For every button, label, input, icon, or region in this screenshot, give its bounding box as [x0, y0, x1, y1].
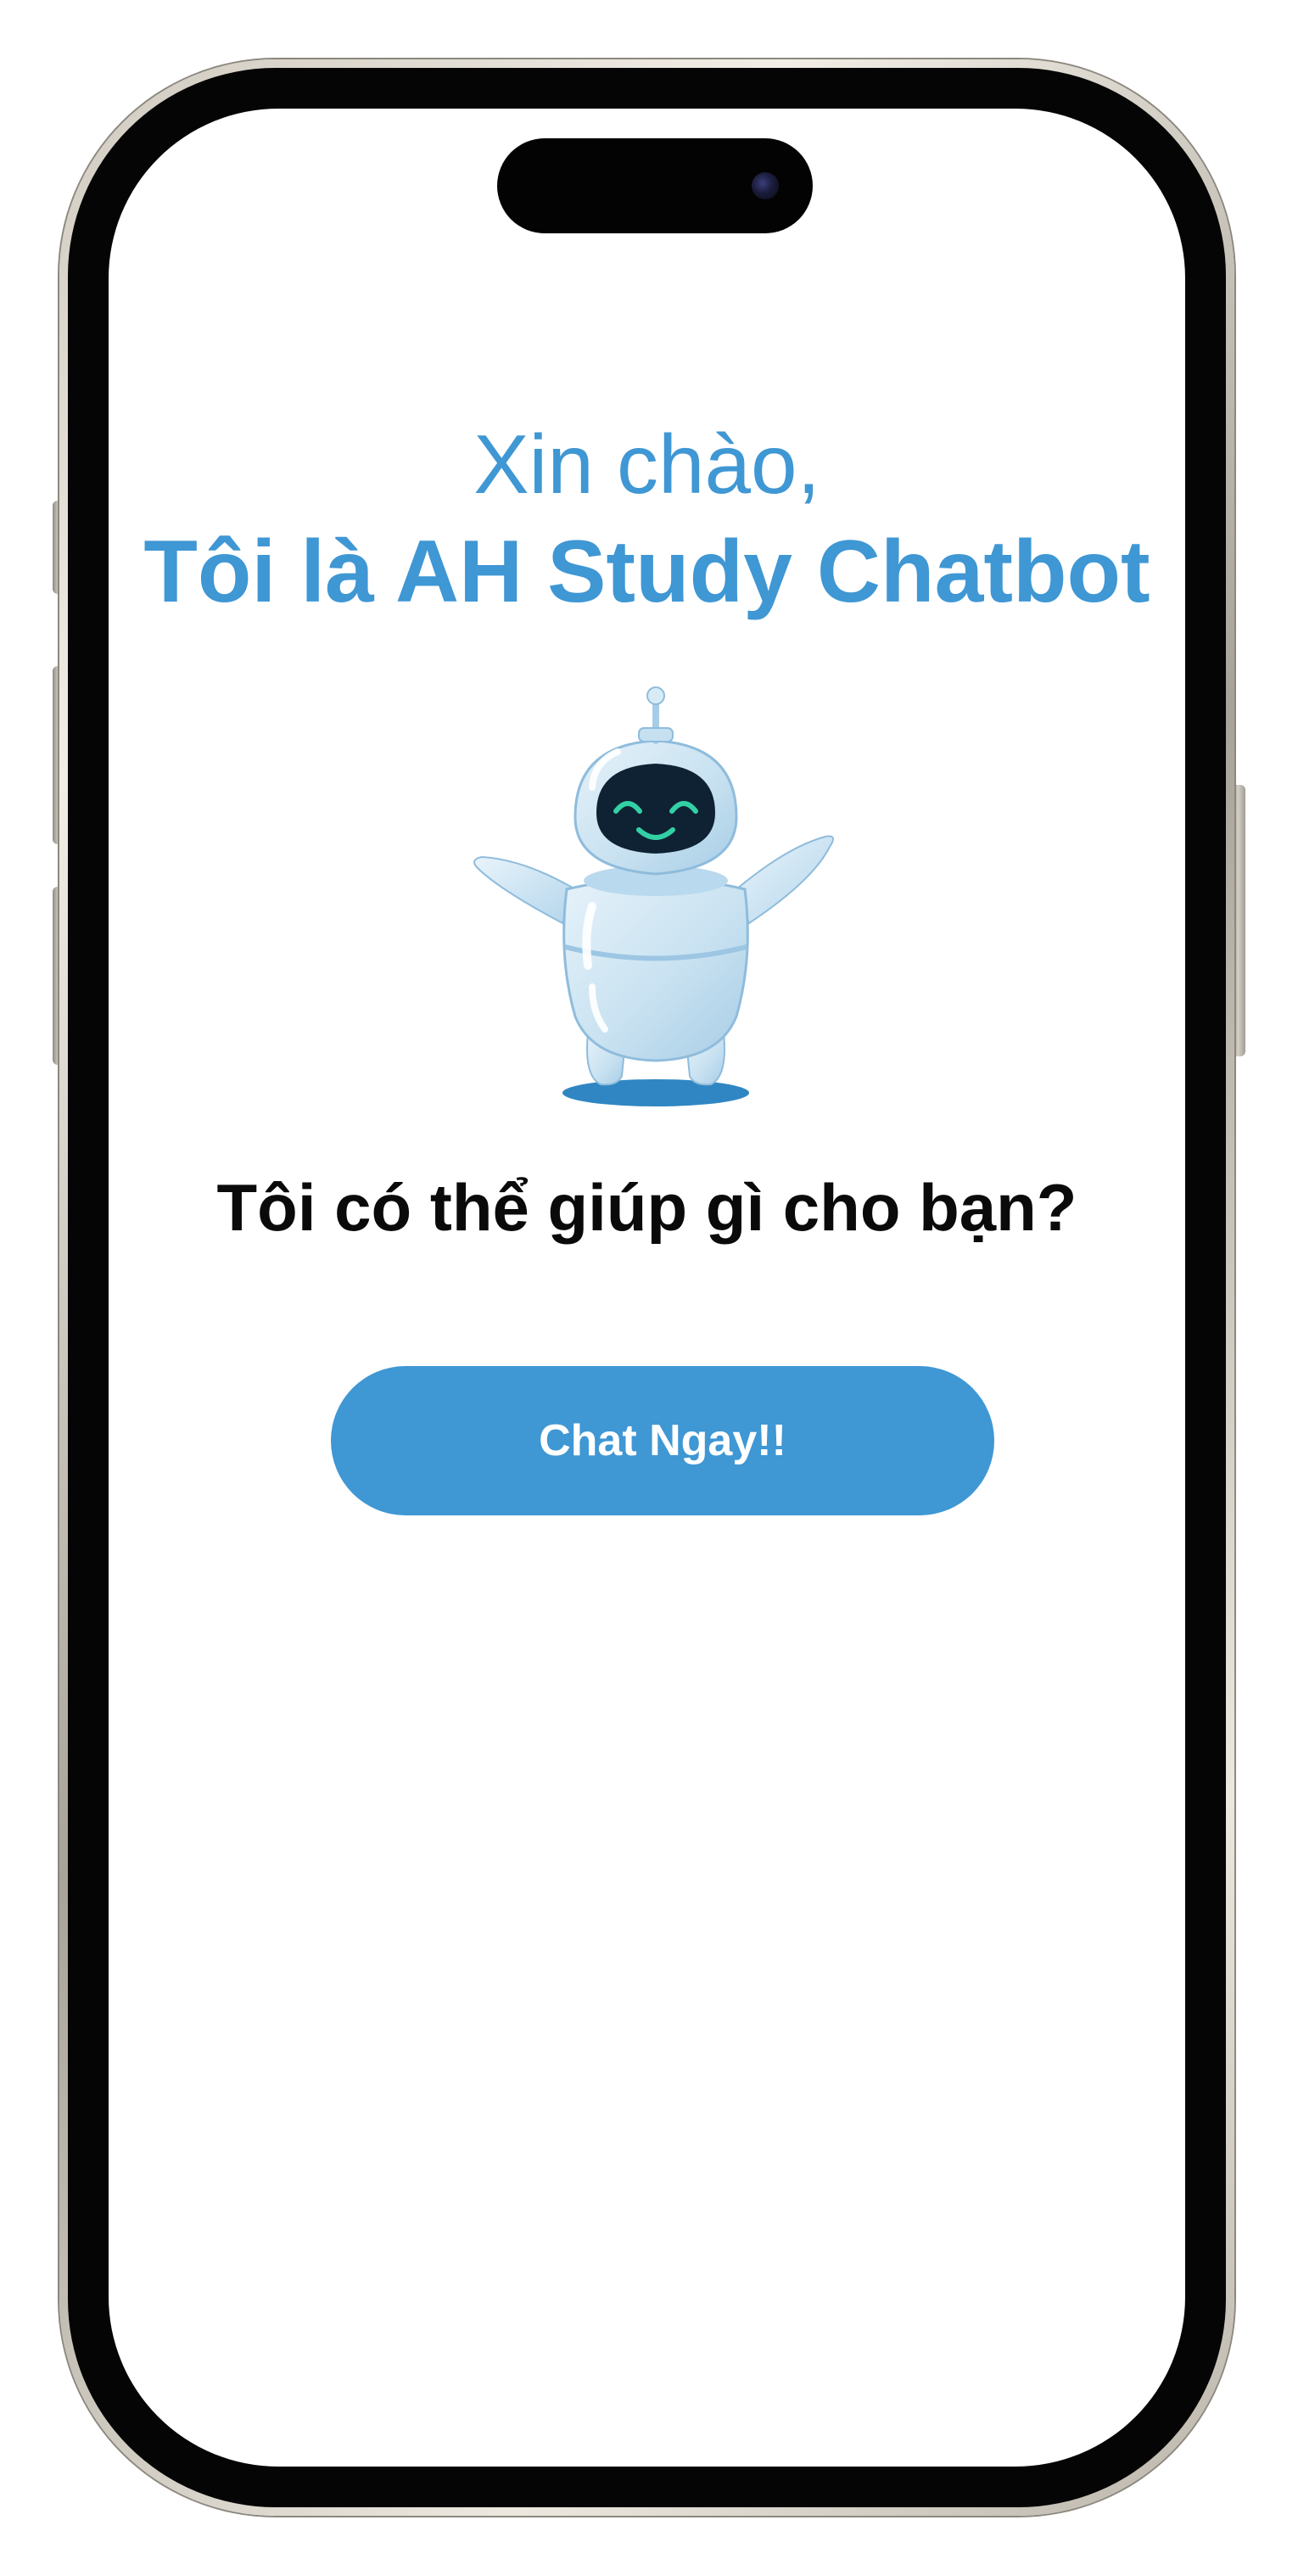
greeting-text: Xin chào,	[473, 417, 820, 511]
app-screen: Xin chào, Tôi là AH Study Chatbot Tôi có…	[109, 109, 1185, 2467]
dynamic-island	[497, 138, 813, 233]
chat-now-button[interactable]: Chat Ngay!!	[331, 1366, 994, 1515]
help-question-text: Tôi có thể giúp gì cho bạn?	[216, 1170, 1077, 1245]
bot-intro-title: Tôi là AH Study Chatbot	[143, 523, 1150, 621]
phone-bezel: Xin chào, Tôi là AH Study Chatbot Tôi có…	[68, 68, 1226, 2507]
robot-mascot-icon	[473, 686, 834, 1106]
front-camera-icon	[752, 172, 779, 199]
phone-frame: Xin chào, Tôi là AH Study Chatbot Tôi có…	[59, 59, 1234, 2516]
